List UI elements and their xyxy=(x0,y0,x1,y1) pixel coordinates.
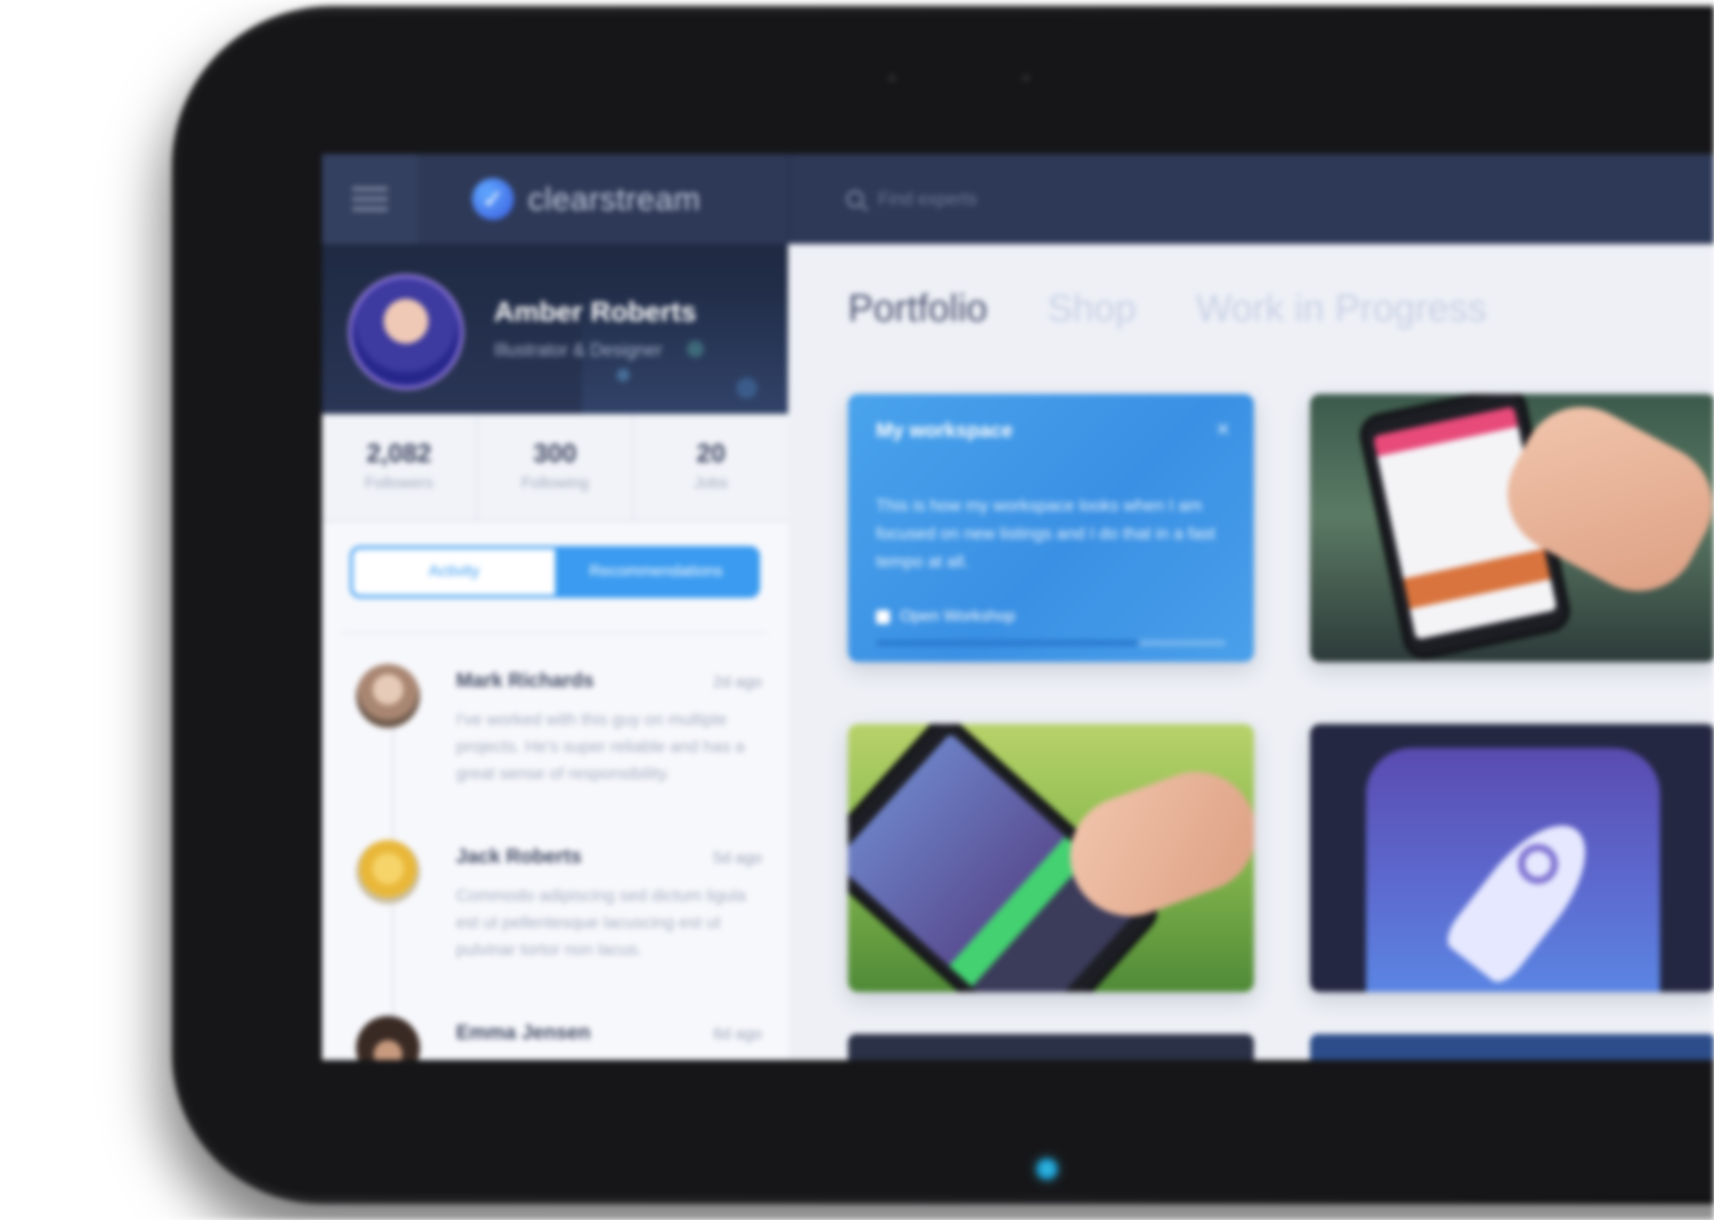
search-field[interactable]: Find experts xyxy=(846,184,977,214)
open-workshop-label: Open Workshop xyxy=(900,608,1016,625)
stat-jobs[interactable]: 20 Jobs xyxy=(634,414,788,520)
toggle-recommendations-button[interactable]: Recommendations xyxy=(555,549,757,595)
stat-following[interactable]: 300 Following xyxy=(478,414,634,520)
feed-author-name[interactable]: Emma Jensen xyxy=(456,1022,591,1045)
portfolio-tabs: Portfolio Shop Work in Progress xyxy=(848,288,1487,331)
open-workshop-link[interactable]: Open Workshop xyxy=(876,608,1015,626)
brand[interactable]: ✓ clearstream xyxy=(472,176,701,222)
app-icon xyxy=(1366,748,1660,992)
profile-stats: 2,082 Followers 300 Following 20 Jobs xyxy=(322,414,788,522)
brand-name: clearstream xyxy=(528,180,701,217)
stat-value: 2,082 xyxy=(366,438,432,468)
stat-value: 300 xyxy=(533,438,577,468)
feed-timestamp: 6d ago xyxy=(713,1026,762,1043)
stat-label: Following xyxy=(521,475,589,492)
feed-avatar[interactable] xyxy=(356,840,420,904)
app-screen: ✓ clearstream Find experts Amber Roberts… xyxy=(322,154,1714,1060)
stat-followers[interactable]: 2,082 Followers xyxy=(322,414,478,520)
top-bar: ✓ clearstream Find experts xyxy=(322,154,1714,244)
feed-timestamp: 5d ago xyxy=(713,850,762,867)
workspace-card-title: My workspace xyxy=(876,420,1013,442)
tablet-scene: ✓ clearstream Find experts Amber Roberts… xyxy=(0,0,1714,1220)
tab-portfolio[interactable]: Portfolio xyxy=(848,288,987,331)
feed-author-name[interactable]: Mark Richards xyxy=(456,670,594,693)
workspace-progress-fill xyxy=(876,640,1139,646)
rocket-icon xyxy=(1440,805,1608,989)
workshop-icon xyxy=(876,610,890,624)
stat-label: Jobs xyxy=(694,475,728,492)
home-button-led[interactable] xyxy=(1036,1158,1058,1180)
portfolio-card-peek xyxy=(848,1034,1254,1060)
profile-name: Amber Roberts xyxy=(494,296,697,327)
profile-sidebar: Amber Roberts Illustrator & Designer 2,0… xyxy=(322,244,788,1060)
toggle-activity-button[interactable]: Activity xyxy=(353,549,555,595)
sensor-dot xyxy=(1022,74,1030,82)
workspace-progress-bar xyxy=(876,640,1226,646)
feed-author-name[interactable]: Jack Roberts xyxy=(456,846,582,869)
feed-text: Commodo adipiscing sed dictum ligula est… xyxy=(456,886,747,959)
feed-text: I've worked with this guy on multiple pr… xyxy=(456,710,745,783)
feed-avatar[interactable] xyxy=(356,1016,420,1060)
portfolio-card-peek xyxy=(1310,1034,1714,1060)
tab-shop[interactable]: Shop xyxy=(1047,288,1136,331)
portfolio-image-phone-in-hand[interactable] xyxy=(1310,394,1714,662)
camera-dot xyxy=(888,74,896,82)
feed-timestamp: 2d ago xyxy=(713,674,762,691)
rocket-window-icon xyxy=(1518,844,1558,884)
portfolio-image-phone-on-grass[interactable] xyxy=(848,724,1254,992)
portfolio-image-rocket-app-icon[interactable] xyxy=(1310,724,1714,992)
search-placeholder: Find experts xyxy=(878,188,978,209)
workspace-card[interactable]: My workspace × This is how my workspace … xyxy=(848,394,1254,662)
brand-check-logo-icon: ✓ xyxy=(472,178,514,220)
feed-item[interactable]: Mark Richards 2d ago I've worked with th… xyxy=(322,664,788,824)
stat-label: Followers xyxy=(364,475,434,492)
profile-avatar[interactable] xyxy=(348,274,464,390)
feed-avatar[interactable] xyxy=(356,664,420,728)
profile-role: Illustrator & Designer xyxy=(494,340,663,360)
feed-item[interactable]: Emma Jensen 6d ago xyxy=(322,1016,788,1060)
hamburger-menu-button[interactable] xyxy=(322,154,418,244)
feed-item[interactable]: Jack Roberts 5d ago Commodo adipiscing s… xyxy=(322,840,788,1000)
search-icon xyxy=(846,190,864,208)
activity-recommendations-toggle: Activity Recommendations xyxy=(350,546,760,598)
feed-divider xyxy=(342,632,768,634)
topbar-divider xyxy=(788,154,790,244)
profile-header: Amber Roberts Illustrator & Designer xyxy=(322,244,788,414)
portfolio-main: Portfolio Shop Work in Progress My works… xyxy=(788,244,1714,1060)
tab-work-in-progress[interactable]: Work in Progress xyxy=(1196,288,1487,331)
workspace-card-body: This is how my workspace looks when I am… xyxy=(876,496,1216,571)
close-icon[interactable]: × xyxy=(1216,416,1230,444)
stat-value: 20 xyxy=(696,438,726,468)
hamburger-icon xyxy=(352,181,388,217)
